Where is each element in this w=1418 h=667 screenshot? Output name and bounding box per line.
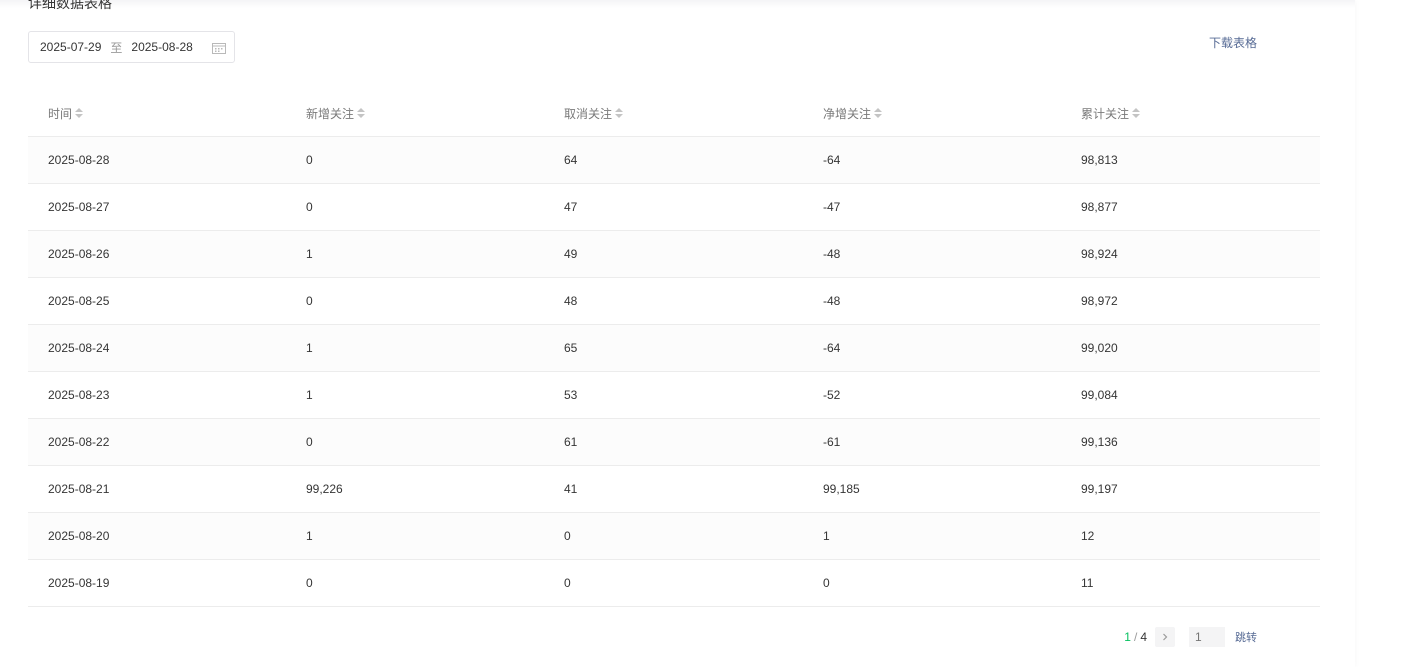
table-row: 2025-08-20 1 0 1 12 (28, 513, 1320, 560)
table-cell: 1 (306, 388, 313, 402)
sort-icon (75, 108, 84, 118)
pagination: 1 / 4 跳转 (1124, 627, 1257, 647)
table-row: 2025-08-22 0 61 -61 99,136 (28, 419, 1320, 466)
table-cell: 2025-08-23 (48, 388, 110, 402)
sort-icon (874, 108, 883, 118)
date-separator: 至 (110, 40, 123, 55)
table-cell: 65 (564, 341, 578, 355)
column-header-new-follows[interactable]: 新增关注 (306, 105, 544, 122)
table-cell: 98,813 (1081, 153, 1118, 167)
table-cell: 2025-08-19 (48, 576, 110, 590)
table-cell: 2025-08-24 (48, 341, 110, 355)
table-cell: 2025-08-20 (48, 529, 110, 543)
page-number-input[interactable] (1189, 627, 1225, 647)
table-cell: 0 (306, 576, 313, 590)
table-cell: 1 (823, 529, 830, 543)
table-cell: 11 (1081, 576, 1094, 590)
top-shadow (0, 0, 1355, 8)
table-cell: 53 (564, 388, 578, 402)
table-cell: 41 (564, 482, 578, 496)
table-cell: 98,877 (1081, 200, 1118, 214)
column-header-unfollows[interactable]: 取消关注 (564, 105, 803, 122)
table-cell: 1 (306, 247, 313, 261)
table-cell: 98,972 (1081, 294, 1118, 308)
column-header-net-follows[interactable]: 净增关注 (823, 105, 1061, 122)
end-date[interactable]: 2025-08-28 (131, 40, 192, 54)
table-cell: 1 (306, 341, 313, 355)
table-cell: -47 (823, 200, 841, 214)
table-body: 2025-08-28 0 64 -64 98,813 2025-08-27 0 47 -47 98… (28, 137, 1320, 607)
download-table-link[interactable]: 下载表格 (1209, 34, 1257, 51)
sort-icon (357, 108, 366, 118)
table-cell: 2025-08-26 (48, 247, 110, 261)
table-cell: 0 (564, 576, 571, 590)
table-cell: 2025-08-21 (48, 482, 110, 496)
current-page: 1 (1124, 630, 1131, 644)
table-row: 2025-08-25 0 48 -48 98,972 (28, 278, 1320, 325)
table-cell: 64 (564, 153, 578, 167)
table-row: 2025-08-28 0 64 -64 98,813 (28, 137, 1320, 184)
start-date[interactable]: 2025-07-29 (40, 40, 101, 54)
table-cell: 2025-08-22 (48, 435, 110, 449)
table-row: 2025-08-19 0 0 0 11 (28, 560, 1320, 607)
table-cell: 99,136 (1081, 435, 1118, 449)
table-cell: 99,226 (306, 482, 343, 496)
table-cell: -52 (823, 388, 841, 402)
jump-button[interactable]: 跳转 (1235, 629, 1257, 645)
table-cell: 0 (306, 294, 313, 308)
table-cell: -48 (823, 247, 841, 261)
table-row: 2025-08-21 99,226 41 99,185 99,197 (28, 466, 1320, 513)
table-cell: 61 (564, 435, 578, 449)
calendar-icon (212, 43, 226, 54)
date-range-picker[interactable]: 2025-07-29 至 2025-08-28 (28, 31, 235, 63)
table-cell: 47 (564, 200, 578, 214)
table-row: 2025-08-24 1 65 -64 99,020 (28, 325, 1320, 372)
table-cell: 12 (1081, 529, 1095, 543)
section-title: 详细数据表格 (28, 0, 112, 11)
table-cell: 99,185 (823, 482, 860, 496)
table-cell: 99,084 (1081, 388, 1118, 402)
table-header: 时间 新增关注 取消关注 净增关注 累计关注 (28, 90, 1320, 137)
sort-icon (615, 108, 624, 118)
table-cell: 2025-08-27 (48, 200, 110, 214)
table-cell: -48 (823, 294, 841, 308)
table-cell: 0 (306, 153, 313, 167)
table-cell: 49 (564, 247, 578, 261)
table-cell: 2025-08-28 (48, 153, 110, 167)
total-pages: 4 (1140, 630, 1147, 644)
column-header-total-follows[interactable]: 累计关注 (1081, 105, 1320, 122)
table-cell: 98,924 (1081, 247, 1118, 261)
table-row: 2025-08-26 1 49 -48 98,924 (28, 231, 1320, 278)
table-row: 2025-08-27 0 47 -47 98,877 (28, 184, 1320, 231)
table-cell: 0 (823, 576, 830, 590)
chevron-right-icon (1163, 633, 1168, 641)
data-table: 时间 新增关注 取消关注 净增关注 累计关注 2025-08-28 0 64 -64 9… (28, 90, 1320, 607)
next-page-button[interactable] (1155, 627, 1175, 647)
table-row: 2025-08-23 1 53 -52 99,084 (28, 372, 1320, 419)
sort-icon (1132, 108, 1141, 118)
table-cell: 99,020 (1081, 341, 1118, 355)
table-cell: 1 (306, 529, 313, 543)
table-cell: -61 (823, 435, 841, 449)
table-cell: 0 (306, 200, 313, 214)
page-separator: / (1133, 630, 1138, 644)
table-cell: 0 (564, 529, 571, 543)
table-cell: -64 (823, 341, 841, 355)
table-cell: 0 (306, 435, 313, 449)
table-cell: 2025-08-25 (48, 294, 110, 308)
data-table-panel: 详细数据表格 2025-07-29 至 2025-08-28 下载表格 时间 新… (0, 0, 1355, 667)
column-header-time[interactable]: 时间 (48, 105, 286, 122)
table-cell: 48 (564, 294, 578, 308)
table-cell: 99,197 (1081, 482, 1118, 496)
table-cell: -64 (823, 153, 841, 167)
